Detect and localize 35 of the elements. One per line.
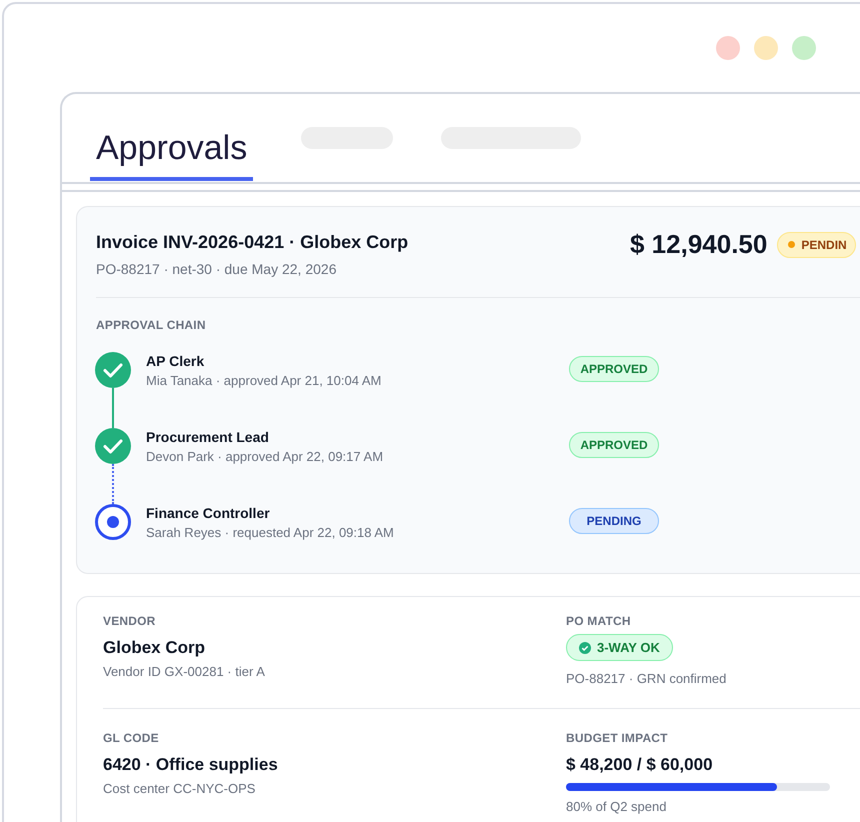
detail-value: 6420 · Office supplies bbox=[103, 755, 279, 775]
detail-subtext: Cost center CC-NYC-OPS bbox=[103, 781, 256, 796]
step-detail: Sarah Reyes · requested Apr 22, 09:18 AM bbox=[146, 525, 395, 540]
section-label: APPROVAL CHAIN bbox=[96, 318, 207, 332]
step-role: AP Clerk bbox=[146, 353, 206, 369]
detail-value: $ 48,200 / $ 60,000 bbox=[566, 755, 714, 775]
step-detail: Mia Tanaka · approved Apr 21, 10:04 AM bbox=[146, 373, 382, 388]
detail-label: VENDOR bbox=[103, 614, 157, 628]
status-badge: PENDIN bbox=[777, 232, 856, 258]
window-control[interactable] bbox=[716, 36, 740, 60]
step-role: Finance Controller bbox=[146, 505, 271, 521]
window-control[interactable] bbox=[754, 36, 778, 60]
match-badge: 3-WAY OK bbox=[566, 634, 673, 661]
check-circle-icon bbox=[95, 428, 131, 464]
detail-label: BUDGET IMPACT bbox=[566, 731, 669, 745]
check-circle-icon bbox=[579, 642, 591, 654]
step-detail: Devon Park · approved Apr 22, 09:17 AM bbox=[146, 449, 384, 464]
detail-value: Globex Corp bbox=[103, 638, 206, 658]
step-status-badge: PENDING bbox=[569, 508, 659, 534]
detail-label: PO MATCH bbox=[566, 614, 632, 628]
status-dot-icon bbox=[788, 241, 796, 248]
step-role: Procurement Lead bbox=[146, 429, 270, 445]
invoice-meta: PO-88217 · net-30 · due May 22, 2026 bbox=[96, 261, 338, 277]
check-circle-icon bbox=[95, 352, 131, 388]
step-status-badge: APPROVED bbox=[569, 432, 659, 458]
tab[interactable]: Approvals bbox=[90, 119, 254, 181]
detail-label: GL CODE bbox=[103, 731, 160, 745]
step-status-badge: APPROVED bbox=[569, 356, 659, 382]
window-control[interactable] bbox=[792, 36, 816, 60]
invoice-title: Invoice INV-2026-0421 · Globex Corp bbox=[96, 232, 408, 253]
pending-step-icon bbox=[95, 504, 131, 540]
invoice-amount: $ 12,940.50 bbox=[630, 229, 768, 260]
detail-subtext: Vendor ID GX-00281 · tier A bbox=[103, 664, 266, 679]
detail-subtext: PO-88217 · GRN confirmed bbox=[566, 671, 728, 686]
detail-subtext: 80% of Q2 spend bbox=[566, 799, 668, 814]
